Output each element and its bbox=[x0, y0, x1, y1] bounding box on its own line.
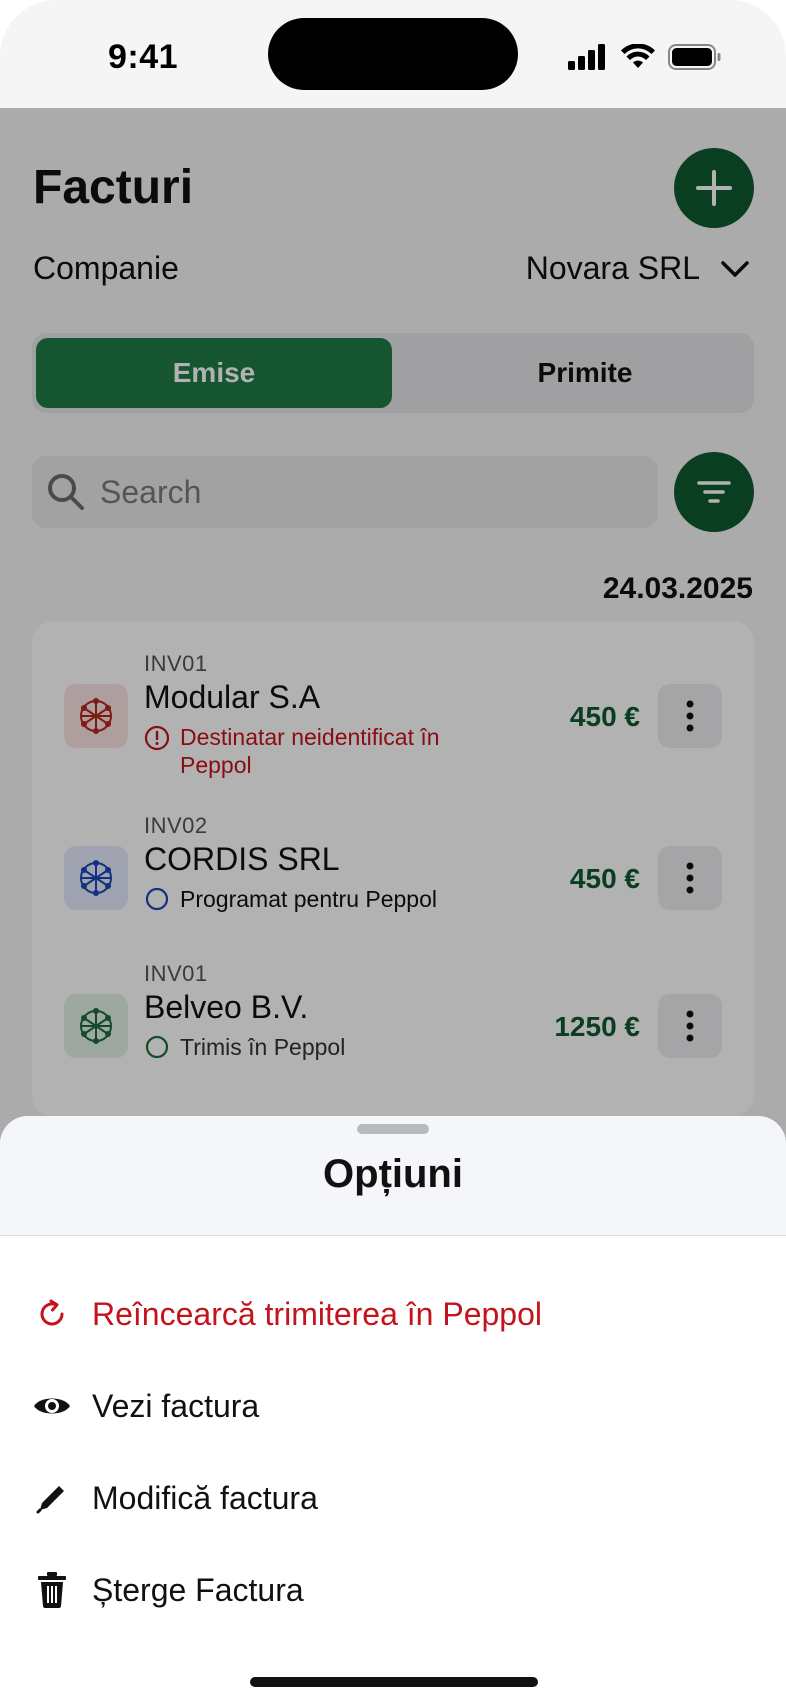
sheet-title: Opțiuni bbox=[323, 1152, 463, 1196]
option-label: Reîncearcă trimiterea în Peppol bbox=[92, 1295, 542, 1332]
option-label: Modifică factura bbox=[92, 1479, 318, 1516]
edit-invoice-button[interactable]: Modifică factura bbox=[32, 1468, 318, 1528]
delete-invoice-button[interactable]: Șterge Factura bbox=[32, 1560, 304, 1620]
pencil-icon bbox=[32, 1478, 72, 1518]
retry-icon bbox=[32, 1294, 72, 1334]
eye-icon bbox=[32, 1386, 72, 1426]
dynamic-island bbox=[268, 18, 518, 90]
sheet-grabber[interactable] bbox=[357, 1124, 429, 1134]
sheet-header: Opțiuni bbox=[0, 1116, 786, 1236]
option-label: Șterge Factura bbox=[92, 1571, 304, 1608]
battery-icon bbox=[668, 44, 721, 70]
signal-icon bbox=[568, 44, 605, 70]
trash-icon bbox=[32, 1570, 72, 1610]
status-bar: 9:41 bbox=[0, 0, 786, 108]
wifi-icon bbox=[621, 44, 655, 68]
option-label: Vezi factura bbox=[92, 1387, 260, 1424]
home-indicator bbox=[250, 1677, 538, 1687]
retry-peppol-button[interactable]: Reîncearcă trimiterea în Peppol bbox=[32, 1284, 542, 1344]
status-icons bbox=[568, 44, 722, 70]
view-invoice-button[interactable]: Vezi factura bbox=[32, 1376, 259, 1436]
options-sheet: Opțiuni Reîncearcă trimiterea în Peppol … bbox=[0, 1116, 786, 1704]
phone-frame: 9:41 Facturi Companie Novara SRL Emise P… bbox=[0, 0, 786, 1704]
status-time: 9:41 bbox=[108, 38, 179, 76]
